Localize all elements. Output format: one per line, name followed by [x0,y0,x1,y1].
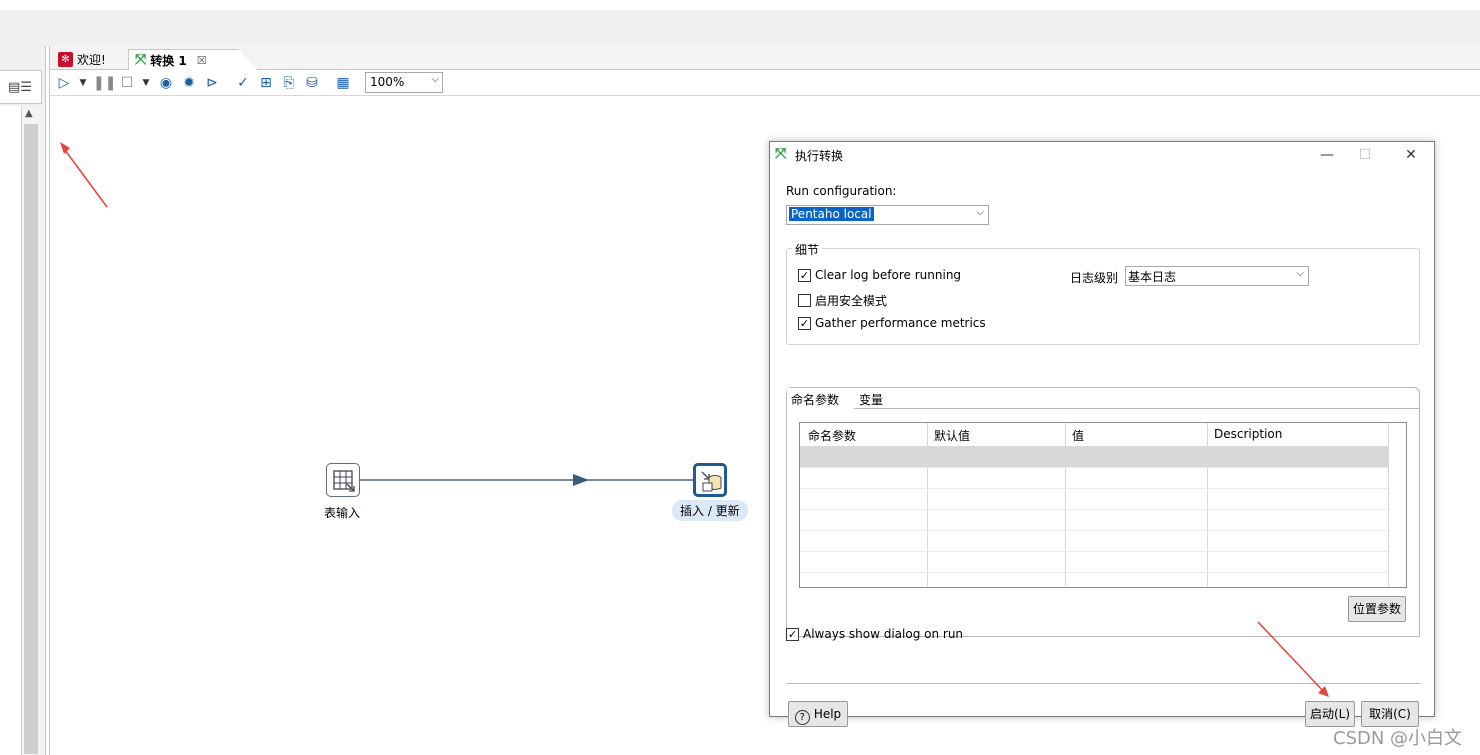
checkbox-checked-icon: ✓ [798,268,811,282]
editor-tabs: ✻ 欢迎! ⤧ 转换 1 ☒ [50,46,1480,70]
checkbox-unchecked-icon [798,294,811,307]
window-top-area [0,0,1480,46]
explore-db-icon[interactable]: ⛁ [302,73,322,93]
maximize-icon[interactable]: ☐ [1352,144,1378,166]
gather-metrics-label: Gather performance metrics [815,316,986,330]
tab-transformation-1[interactable]: ⤧ 转换 1 ☒ [128,49,258,70]
zoom-value: 100% [370,75,405,89]
step-table-input[interactable] [326,463,360,497]
clear-log-checkbox[interactable]: ✓ Clear log before running [798,268,961,282]
parameters-tab-folder: 命名参数 变量 命名参数 默认值 值 Description 位置参数 [786,387,1420,637]
scrollbar-thumb[interactable] [24,124,38,754]
table-input-icon [333,470,355,492]
step-insert-update-label: 插入 / 更新 [672,500,748,521]
annotation-arrow [1257,621,1329,697]
transformation-icon: ⤧ [135,52,147,68]
table-header: 命名参数 默认值 值 Description [800,423,1388,447]
watermark: CSDN @小白文 [1333,728,1463,749]
tab-welcome[interactable]: ✻ 欢迎! [52,49,128,70]
pause-icon[interactable]: ❚❚ [93,73,116,93]
list-view-icon[interactable]: ▤☰ [8,80,32,95]
tab-named-parameters[interactable]: 命名参数 [787,388,855,409]
gather-metrics-checkbox[interactable]: ✓ Gather performance metrics [798,316,986,330]
stop-options-dropdown-icon[interactable]: ▼ [141,73,151,93]
transformation-toolbar: ▷ ▼ ❚❚ ☐ ▼ ◉ ✹ ⊳ ✓ ⊞ ⎘ ⛁ ▦ 100% ⌵ [50,70,1480,96]
parameters-tabs: 命名参数 变量 [787,388,1419,409]
scroll-up-icon[interactable]: ▲ [25,108,33,119]
checkbox-checked-icon: ✓ [786,627,799,641]
table-row[interactable] [800,468,1388,489]
column-header[interactable]: 值 [1072,427,1084,444]
run-options-dropdown-icon[interactable]: ▼ [78,73,88,93]
position-params-button[interactable]: 位置参数 [1348,596,1406,622]
log-level-value: 基本日志 [1128,270,1177,284]
table-row[interactable] [800,510,1388,531]
close-tab-icon[interactable]: ☒ [197,54,207,67]
column-header[interactable]: 命名参数 [808,427,856,444]
chevron-down-icon: ⌵ [976,207,984,218]
column-header[interactable]: 默认值 [934,427,970,444]
checkbox-checked-icon: ✓ [798,316,811,330]
run-icon[interactable]: ▷ [54,73,74,93]
dialog-title-bar[interactable]: ⤧ 执行转换 — ☐ ✕ [770,142,1434,168]
run-config-select[interactable]: Pentaho local ⌵ [786,205,989,225]
column-header[interactable]: Description [1214,427,1282,441]
stop-icon[interactable]: ☐ [117,73,137,93]
always-show-label: Always show dialog on run [803,627,964,641]
table-row[interactable] [800,552,1388,573]
menu-strip [0,10,1480,46]
help-button[interactable]: ? Help [788,701,848,727]
log-level-label: 日志级别 [1070,271,1119,285]
table-row[interactable] [800,531,1388,552]
sql-icon[interactable]: ⎘ [279,73,299,93]
zoom-select[interactable]: 100% ⌵ [365,72,443,93]
safe-mode-label: 启用安全模式 [815,294,888,308]
hop-connector[interactable] [50,96,750,536]
run-transformation-dialog: ⤧ 执行转换 — ☐ ✕ Run configuration: Pentaho … [769,141,1435,727]
details-group-title: 细节 [792,241,823,258]
tab-welcome-label: 欢迎! [77,53,106,67]
preview-icon[interactable]: ◉ [156,73,176,93]
dialog-body: Run configuration: Pentaho local ⌵ 细节 ✓ … [770,168,1434,727]
safe-mode-checkbox[interactable]: 启用安全模式 [798,292,887,309]
table-row[interactable] [800,447,1388,468]
transformation-icon: ⤧ [775,146,787,162]
help-button-label: Help [813,707,842,721]
always-show-checkbox[interactable]: ✓ Always show dialog on run [786,627,963,641]
run-config-label: Run configuration: [786,184,897,198]
debug-icon[interactable]: ✹ [179,73,199,93]
log-level-select[interactable]: 基本日志 ⌵ [1125,266,1309,286]
run-config-value: Pentaho local [789,207,874,221]
parameters-table[interactable]: 命名参数 默认值 值 Description [799,422,1407,588]
show-results-icon[interactable]: ▦ [333,73,353,93]
tab-variables-label: 变量 [859,393,884,407]
left-panel-scrollbar[interactable]: ▲ [22,106,40,755]
verify-icon[interactable]: ✓ [233,73,253,93]
tab-transformation-label: 转换 1 [150,53,187,68]
clear-log-label: Clear log before running [815,268,962,282]
chevron-down-icon: ⌵ [431,74,439,85]
minimize-icon[interactable]: — [1314,144,1340,166]
impact-icon[interactable]: ⊞ [256,73,276,93]
tab-named-parameters-label: 命名参数 [791,393,840,407]
close-icon[interactable]: ✕ [1398,144,1424,166]
chevron-down-icon: ⌵ [1296,268,1304,279]
left-panel: ▤☰ ▲ [0,46,46,755]
step-table-input-label: 表输入 [324,506,361,520]
table-row[interactable] [800,489,1388,510]
left-panel-tree[interactable] [0,106,22,755]
replay-icon[interactable]: ⊳ [202,73,222,93]
tab-variables[interactable]: 变量 [855,388,889,409]
insert-update-icon [701,471,722,492]
pentaho-icon: ✻ [58,52,73,67]
dialog-title: 执行转换 [795,149,844,163]
step-insert-update[interactable] [693,463,727,497]
help-icon: ? [794,710,810,725]
